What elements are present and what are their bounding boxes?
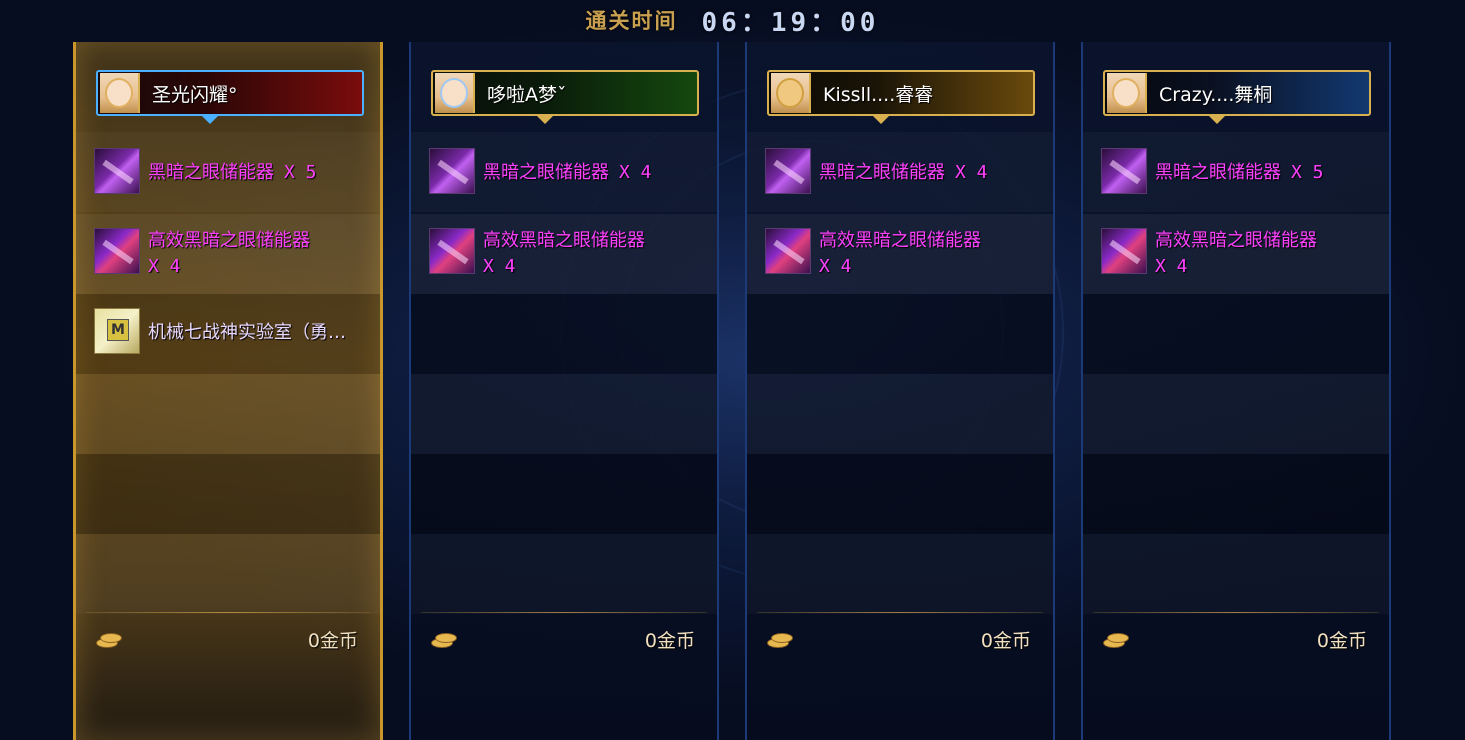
row-stripe (1083, 374, 1389, 454)
nameplate-pointer-icon (871, 114, 891, 124)
dark-eye-storage-icon (765, 148, 811, 194)
gold-coin-icon (767, 630, 797, 648)
gold-coin-icon (96, 630, 126, 648)
gold-amount: 0金币 (644, 629, 695, 652)
map-scroll-icon (94, 308, 140, 354)
dungeon-result-screen: 通关时间 06：19：00 圣光闪耀° 黑暗之眼储能器 X 5 高效黑暗之眼储能器… (0, 0, 1465, 740)
item-quantity: X 5 (1291, 162, 1324, 183)
efficient-dark-eye-storage-icon (765, 228, 811, 274)
item-name: 黑暗之眼储能器 (819, 162, 945, 183)
player-nameplate: 圣光闪耀° (96, 70, 364, 116)
clear-time-bar: 通关时间 06：19：00 (0, 0, 1465, 40)
player-panel-3[interactable]: Kissll....睿睿 黑暗之眼储能器 X 4 高效黑暗之眼储能器 X 4 0金… (745, 42, 1055, 740)
item-name: 高效黑暗之眼储能器 (483, 230, 645, 251)
nameplate-pointer-icon (1207, 114, 1227, 124)
dark-eye-storage-icon (429, 148, 475, 194)
gold-row: 0金币 (96, 624, 358, 654)
nameplate-pointer-icon (200, 114, 220, 124)
character-avatar-icon (100, 73, 140, 113)
player-nameplate: 哆啦A梦ˇ (431, 70, 699, 116)
reward-item[interactable]: 黑暗之眼储能器 X 5 (1101, 148, 1324, 194)
item-name: 高效黑暗之眼储能器 (148, 230, 310, 251)
item-quantity: X 5 (284, 162, 317, 183)
reward-item[interactable]: 高效黑暗之眼储能器 X 4 (765, 228, 981, 280)
item-name: 黑暗之眼储能器 (1155, 162, 1281, 183)
character-avatar-icon (771, 73, 811, 113)
item-name: 黑暗之眼储能器 (483, 162, 609, 183)
reward-item[interactable]: 机械七战神实验室（勇… (94, 308, 358, 354)
reward-item[interactable]: 黑暗之眼储能器 X 4 (429, 148, 652, 194)
row-stripe (1083, 534, 1389, 614)
gold-row: 0金币 (767, 624, 1031, 654)
gold-coin-icon (431, 630, 461, 648)
gold-row: 0金币 (1103, 624, 1367, 654)
item-quantity: X 4 (1155, 256, 1188, 277)
row-stripe (747, 534, 1053, 614)
player-name: 哆啦A梦ˇ (487, 83, 567, 106)
reward-item[interactable]: 黑暗之眼储能器 X 5 (94, 148, 317, 194)
row-stripe (411, 294, 717, 374)
player-name: Kissll....睿睿 (823, 83, 934, 106)
row-stripe (747, 374, 1053, 454)
item-quantity: X 4 (819, 256, 852, 277)
reward-item[interactable]: 高效黑暗之眼储能器 X 4 (94, 228, 310, 280)
dark-eye-storage-icon (1101, 148, 1147, 194)
item-name: 黑暗之眼储能器 (148, 162, 274, 183)
item-quantity: X 4 (483, 256, 516, 277)
divider (421, 612, 707, 613)
reward-item[interactable]: 高效黑暗之眼储能器 X 4 (1101, 228, 1317, 280)
item-quantity: X 4 (619, 162, 652, 183)
item-quantity: X 4 (148, 256, 181, 277)
item-name: 机械七战神实验室（勇… (148, 322, 346, 343)
dark-eye-storage-icon (94, 148, 140, 194)
clear-time-value: 06：19：00 (701, 7, 880, 38)
row-stripe (1083, 294, 1389, 374)
player-nameplate: Crazy....舞桐 (1103, 70, 1371, 116)
divider (757, 612, 1043, 613)
player-nameplate: Kissll....睿睿 (767, 70, 1035, 116)
gold-amount: 0金币 (980, 629, 1031, 652)
item-name: 高效黑暗之眼储能器 (819, 230, 981, 251)
efficient-dark-eye-storage-icon (429, 228, 475, 274)
row-stripe (411, 454, 717, 534)
gold-row: 0金币 (431, 624, 695, 654)
gold-amount: 0金币 (307, 629, 358, 652)
divider (1093, 612, 1379, 613)
divider (86, 612, 370, 613)
gold-amount: 0金币 (1316, 629, 1367, 652)
row-stripe (411, 374, 717, 454)
player-panel-2[interactable]: 哆啦A梦ˇ 黑暗之眼储能器 X 4 高效黑暗之眼储能器 X 4 0金币 (409, 42, 719, 740)
reward-item[interactable]: 黑暗之眼储能器 X 4 (765, 148, 988, 194)
row-stripe (1083, 454, 1389, 534)
nameplate-pointer-icon (535, 114, 555, 124)
clear-time-label: 通关时间 (585, 9, 678, 33)
item-quantity: X 4 (955, 162, 988, 183)
reward-item[interactable]: 高效黑暗之眼储能器 X 4 (429, 228, 645, 280)
row-stripe (76, 454, 380, 534)
player-panel-4[interactable]: Crazy....舞桐 黑暗之眼储能器 X 5 高效黑暗之眼储能器 X 4 0金币 (1081, 42, 1391, 740)
character-avatar-icon (435, 73, 475, 113)
row-stripe (76, 374, 380, 454)
item-name: 高效黑暗之眼储能器 (1155, 230, 1317, 251)
row-stripe (747, 294, 1053, 374)
efficient-dark-eye-storage-icon (94, 228, 140, 274)
efficient-dark-eye-storage-icon (1101, 228, 1147, 274)
row-stripe (411, 534, 717, 614)
player-name: Crazy....舞桐 (1159, 83, 1273, 106)
player-panel-1[interactable]: 圣光闪耀° 黑暗之眼储能器 X 5 高效黑暗之眼储能器 X 4 机械七战神实验室（… (73, 42, 383, 740)
row-stripe (747, 454, 1053, 534)
player-name: 圣光闪耀° (152, 83, 238, 106)
character-avatar-icon (1107, 73, 1147, 113)
gold-coin-icon (1103, 630, 1133, 648)
row-stripe (76, 534, 380, 614)
